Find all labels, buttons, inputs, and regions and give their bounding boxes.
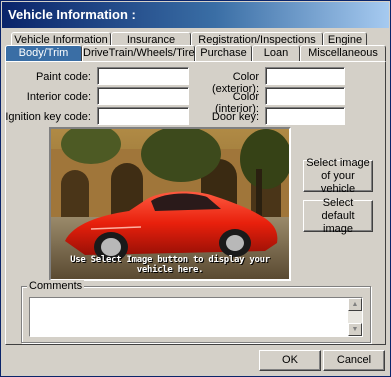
interior-code-label: Interior code: — [26, 91, 91, 103]
tab-purchase[interactable]: Purchase — [195, 45, 252, 61]
tab-drivetrain-wheels-tires[interactable]: DriveTrain/Wheels/Tires — [82, 45, 200, 61]
comments-text — [30, 298, 362, 302]
comments-textarea[interactable]: ▲ ▼ — [29, 297, 363, 337]
cancel-button[interactable]: Cancel — [323, 350, 385, 371]
tab-miscellaneous[interactable]: Miscellaneous — [300, 45, 386, 61]
vehicle-info-dialog: Vehicle Information : Vehicle Informatio… — [0, 0, 391, 377]
ok-button[interactable]: OK — [259, 350, 321, 371]
interior-code-field[interactable] — [97, 87, 189, 105]
paint-code-field[interactable] — [97, 67, 189, 85]
scroll-down-icon[interactable]: ▼ — [348, 323, 362, 336]
image-caption: Use Select Image button to display your … — [70, 255, 270, 275]
comments-scrollbar[interactable]: ▲ ▼ — [348, 298, 362, 336]
color-exterior-field[interactable] — [265, 67, 345, 85]
paint-code-label: Paint code: — [35, 71, 91, 83]
vehicle-image: Use Select Image button to display your … — [49, 127, 291, 281]
door-key-label: Door key: — [211, 111, 259, 123]
color-interior-field[interactable] — [265, 87, 345, 105]
select-default-image-button[interactable]: Select default image — [303, 197, 373, 235]
door-key-field[interactable] — [265, 107, 345, 125]
ignition-key-code-field[interactable] — [97, 107, 189, 125]
comments-label: Comments — [27, 280, 85, 292]
scroll-up-icon[interactable]: ▲ — [348, 298, 362, 311]
tab-loan[interactable]: Loan — [252, 45, 300, 61]
tab-body-trim[interactable]: Body/Trim — [5, 45, 82, 61]
ignition-key-code-label: Ignition key code: — [5, 111, 91, 123]
window-title: Vehicle Information : — [2, 2, 389, 28]
select-image-button[interactable]: Select image of your vehicle — [303, 157, 373, 195]
